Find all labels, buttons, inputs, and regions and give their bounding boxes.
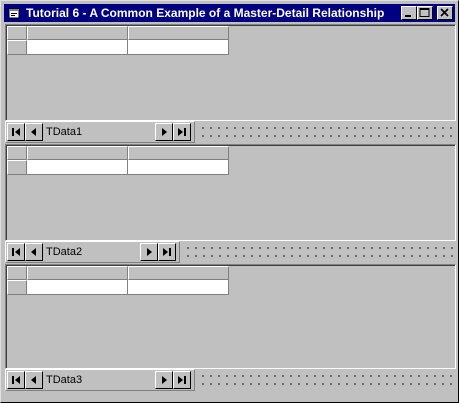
move-last-icon [178, 128, 186, 136]
move-previous-icon [31, 248, 36, 256]
grid-cell[interactable] [27, 40, 128, 55]
move-next-button[interactable] [140, 243, 158, 261]
grid-corner-cell[interactable] [7, 146, 27, 160]
app-window: Tutorial 6 - A Common Example of a Maste… [0, 0, 459, 403]
data-grid-1[interactable] [5, 24, 456, 121]
move-previous-icon [31, 128, 36, 136]
move-previous-button[interactable] [25, 371, 43, 389]
move-first-button[interactable] [7, 123, 25, 141]
grid-cell[interactable] [27, 160, 128, 175]
row-selector[interactable] [7, 160, 27, 175]
move-first-icon [12, 248, 20, 256]
move-last-icon [178, 376, 186, 384]
move-previous-icon [31, 376, 36, 384]
data-control-2[interactable]: TData2 [5, 241, 180, 263]
move-next-button[interactable] [155, 371, 173, 389]
column-header-1[interactable] [27, 146, 128, 160]
move-first-button[interactable] [7, 243, 25, 261]
move-last-icon [163, 248, 171, 256]
grid-corner-cell[interactable] [7, 266, 27, 280]
data-control-3[interactable]: TData3 [5, 369, 195, 391]
move-first-icon [12, 376, 20, 384]
data-grid-3[interactable] [5, 264, 456, 369]
column-header-2[interactable] [128, 26, 229, 40]
move-last-button[interactable] [158, 243, 176, 261]
move-previous-button[interactable] [25, 243, 43, 261]
column-header-2[interactable] [128, 146, 229, 160]
design-grid-dots [199, 369, 456, 391]
app-icon[interactable] [6, 5, 22, 21]
move-next-icon [162, 128, 167, 136]
grid-cell[interactable] [128, 40, 229, 55]
column-header-1[interactable] [27, 26, 128, 40]
close-button[interactable] [437, 6, 453, 20]
data-control-1[interactable]: TData1 [5, 121, 195, 143]
row-selector[interactable] [7, 40, 27, 55]
data-grid-2[interactable] [5, 144, 456, 241]
design-grid-dots [199, 121, 456, 143]
column-header-1[interactable] [27, 266, 128, 280]
move-last-button[interactable] [173, 371, 191, 389]
move-previous-button[interactable] [25, 123, 43, 141]
design-grid-dots [184, 241, 456, 263]
title-bar[interactable]: Tutorial 6 - A Common Example of a Maste… [4, 4, 455, 22]
data-control-caption: TData3 [46, 374, 83, 386]
form-client-area: TData1 TData2 TData3 [5, 24, 456, 400]
grid-corner-cell[interactable] [7, 26, 27, 40]
move-next-icon [147, 248, 152, 256]
close-icon [440, 8, 449, 17]
grid-cell[interactable] [128, 160, 229, 175]
grid-cell[interactable] [27, 280, 128, 295]
row-selector[interactable] [7, 280, 27, 295]
move-first-icon [12, 128, 20, 136]
minimize-icon [405, 15, 411, 17]
maximize-button[interactable] [417, 6, 433, 20]
move-next-button[interactable] [155, 123, 173, 141]
move-first-button[interactable] [7, 371, 25, 389]
data-control-caption: TData2 [46, 246, 83, 258]
move-next-icon [162, 376, 167, 384]
column-header-2[interactable] [128, 266, 229, 280]
maximize-icon [419, 8, 430, 17]
data-control-caption: TData1 [46, 126, 83, 138]
move-last-button[interactable] [173, 123, 191, 141]
minimize-button[interactable] [401, 6, 417, 20]
grid-cell[interactable] [128, 280, 229, 295]
window-title: Tutorial 6 - A Common Example of a Maste… [26, 6, 385, 20]
